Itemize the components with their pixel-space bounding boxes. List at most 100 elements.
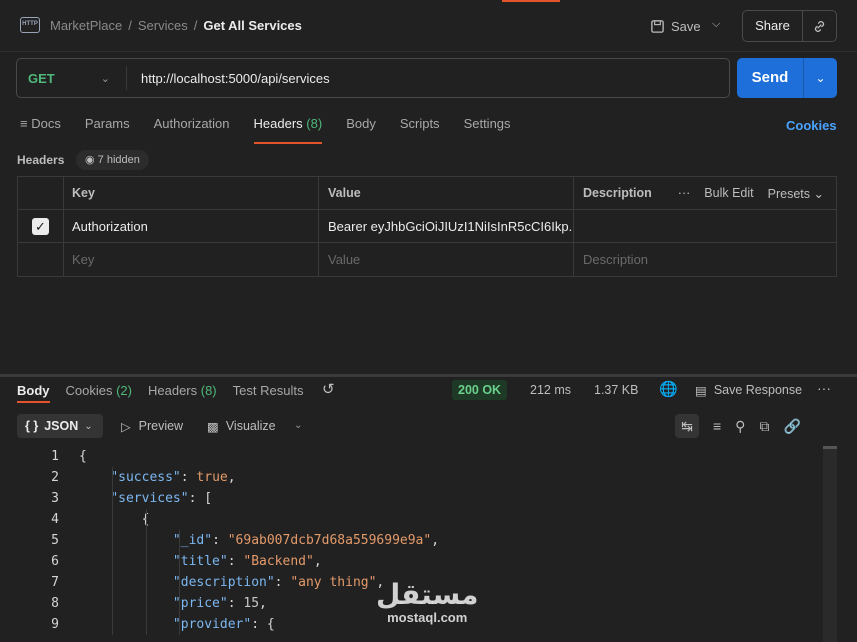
response-time[interactable]: 212 ms — [530, 383, 571, 397]
code-text: "services": [ — [110, 491, 213, 506]
scrollbar-thumb[interactable] — [823, 446, 837, 449]
eye-icon: ◉ — [85, 154, 95, 166]
response-size[interactable]: 1.37 KB — [594, 383, 638, 397]
breadcrumb-separator: / — [128, 18, 132, 33]
code-text: "_id": "69ab007dcb7d68a559699e9a", — [172, 533, 440, 548]
tab-settings[interactable]: Settings — [464, 116, 511, 142]
tab-scripts[interactable]: Scripts — [400, 116, 440, 142]
globe-icon[interactable]: 🌐 — [659, 380, 678, 398]
save-button[interactable]: Save — [650, 15, 701, 37]
tab-authorization[interactable]: Authorization — [154, 116, 230, 142]
send-button[interactable]: Send — [737, 58, 804, 98]
table-row-empty: Key Value Description — [18, 243, 836, 276]
new-value-input[interactable]: Value — [319, 243, 574, 276]
save-response-button[interactable]: ▤ Save Response — [695, 383, 802, 398]
preview-button[interactable]: ▷ Preview — [121, 419, 183, 434]
breadcrumb-folder[interactable]: Services — [138, 18, 188, 33]
column-key: Key — [64, 177, 319, 209]
headers-table: Key Value Description ··· Bulk Edit Pres… — [17, 176, 837, 277]
search-icon[interactable]: ⚲ — [735, 418, 745, 435]
tab-label: Scripts — [399, 116, 440, 131]
new-key-input[interactable]: Key — [64, 243, 319, 276]
more-options-icon[interactable]: ··· — [678, 186, 691, 201]
status-badge[interactable]: 200 OK — [452, 380, 508, 400]
response-tools: ↹ ≡ ⚲ ⧉ 🔗 — [675, 414, 801, 438]
line-number: 5 — [51, 533, 59, 548]
tab-label: Cookies — [65, 383, 113, 398]
code-text: "success": true, — [110, 470, 236, 485]
more-options-icon[interactable]: ··· — [817, 380, 831, 396]
response-tab-tests[interactable]: Test Results — [233, 383, 304, 398]
code-line: 3 "services": [ — [0, 488, 820, 509]
method-label: GET — [28, 70, 55, 86]
play-icon: ▷ — [121, 420, 131, 434]
tab-body[interactable]: Body — [346, 116, 376, 142]
format-select[interactable]: { } JSON ⌄ — [17, 414, 103, 438]
chevron-down-icon: ⌄ — [84, 420, 93, 432]
cookies-link[interactable]: Cookies — [786, 118, 837, 133]
copy-icon[interactable]: ⧉ — [759, 418, 769, 435]
indent-guide — [179, 572, 181, 593]
indent-guide — [145, 551, 147, 572]
share-button[interactable]: Share — [743, 11, 803, 41]
url-input[interactable]: http://localhost:5000/api/services — [127, 71, 330, 86]
active-tab-indicator — [502, 0, 560, 2]
watermark-logo: مستقل mostaql.com — [376, 579, 479, 626]
breadcrumb-workspace[interactable]: MarketPlace — [50, 18, 122, 33]
code-text: "price": 15, — [172, 596, 267, 611]
send-options-chevron-icon[interactable]: ⌄ — [804, 58, 837, 98]
header-value-input[interactable]: Bearer eyJhbGciOiJIUzI1NiIsInR5cCI6Ikp..… — [319, 210, 574, 242]
header-key-input[interactable]: Authorization — [64, 210, 319, 242]
headers-title: Headers — [17, 153, 65, 167]
wrap-lines-icon[interactable]: ↹ — [675, 414, 699, 438]
link-icon[interactable]: 🔗 — [783, 418, 800, 435]
save-icon — [651, 19, 664, 33]
tab-label: Headers — [147, 383, 198, 398]
tab-docs[interactable]: ≡ Docs — [20, 116, 61, 142]
watermark-latin: mostaql.com — [387, 610, 468, 625]
copy-link-icon[interactable] — [803, 11, 836, 41]
share-group: Share — [742, 10, 837, 42]
code-text: { — [79, 512, 150, 527]
line-number: 1 — [51, 449, 59, 464]
url-bar: GET ⌄ http://localhost:5000/api/services — [16, 58, 730, 98]
method-select[interactable]: GET ⌄ — [17, 66, 127, 90]
column-description-cell: Description ··· Bulk Edit Presets ⌄ — [574, 177, 836, 209]
indent-guide — [112, 467, 113, 488]
header-description-input[interactable] — [574, 210, 836, 242]
docs-icon: ≡ — [20, 116, 28, 131]
presets-dropdown[interactable]: Presets ⌄ — [768, 186, 824, 201]
preview-label: Preview — [138, 419, 184, 433]
chevron-down-icon[interactable]: ⌄ — [294, 420, 302, 431]
filter-icon[interactable]: ≡ — [713, 418, 721, 434]
code-line: 1{ — [0, 446, 820, 467]
hidden-headers-toggle[interactable]: ◉ 7 hidden — [76, 150, 149, 170]
table-row: ✓ Authorization Bearer eyJhbGciOiJIUzI1N… — [18, 210, 836, 243]
request-title[interactable]: Get All Services — [203, 18, 302, 33]
row-check-cell: ✓ — [18, 210, 64, 242]
indent-guide — [112, 572, 113, 593]
code-line: 6 "title": "Backend", — [0, 551, 820, 572]
tab-label: Params — [84, 116, 130, 131]
row-check-cell — [18, 243, 64, 276]
bulk-edit-button[interactable]: Bulk Edit — [704, 186, 753, 201]
watermark-arabic: مستقل — [376, 579, 479, 610]
enabled-checkbox[interactable]: ✓ — [32, 217, 49, 235]
save-options-chevron-icon[interactable]: ⌵ — [712, 18, 720, 31]
response-tab-cookies[interactable]: Cookies (2) — [66, 383, 132, 398]
response-divider[interactable] — [0, 374, 857, 377]
tab-params[interactable]: Params — [85, 116, 130, 142]
scrollbar[interactable] — [823, 446, 837, 642]
save-response-label: Save Response — [713, 383, 803, 397]
response-tab-headers[interactable]: Headers (8) — [148, 383, 217, 398]
presets-label: Presets — [767, 186, 811, 201]
history-icon[interactable]: ↺ — [322, 380, 335, 398]
new-description-input[interactable]: Description — [574, 243, 836, 276]
response-tab-body[interactable]: Body — [17, 383, 50, 403]
tab-headers[interactable]: Headers (8) — [253, 116, 322, 144]
breadcrumb-separator: / — [193, 18, 198, 33]
visualize-button[interactable]: ▩ Visualize — [207, 419, 276, 434]
tab-count: (2) — [116, 383, 132, 398]
code-text: { — [79, 449, 87, 464]
indent-guide — [112, 551, 113, 572]
